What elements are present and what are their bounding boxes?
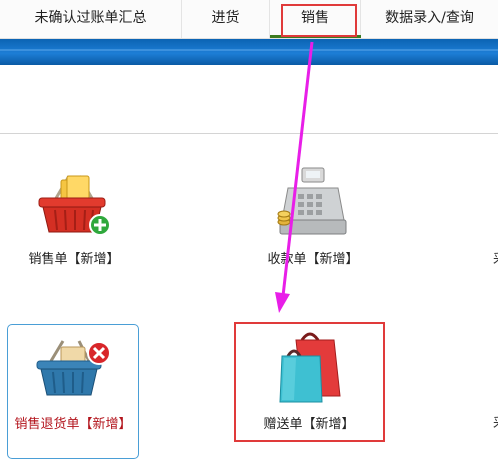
tile-sales-order[interactable]: 销售单【新增】 [0, 160, 148, 270]
toolbar-panel [0, 65, 498, 134]
cash-register-icon [277, 167, 347, 235]
tile-sales-return-order[interactable]: 销售退货单【新增】 [7, 324, 139, 459]
tab-sales[interactable]: 销售 [270, 0, 361, 38]
header-band [0, 39, 498, 65]
tile-sales-return-order-label: 销售退货单【新增】 [14, 417, 132, 432]
active-tab-indicator [270, 35, 361, 38]
header-band-highlight [0, 49, 498, 51]
tab-unconfirmed-summary[interactable]: 未确认过账单汇总 [0, 0, 182, 38]
shopping-bags-icon [279, 332, 341, 403]
clipped-tile-label[interactable]: 采 [493, 412, 498, 431]
top-tab-bar: 未确认过账单汇总 进货 销售 数据录入/查询 [0, 0, 498, 39]
tile-gift-order-label: 赠送单【新增】 [263, 417, 355, 432]
tile-gift-order[interactable]: 赠送单【新增】 [234, 322, 384, 442]
shopping-basket-remove-icon [36, 340, 111, 396]
tile-sales-order-label: 销售单【新增】 [28, 252, 120, 267]
tab-data-entry-query[interactable]: 数据录入/查询 [361, 0, 498, 38]
tile-receipt-order-label: 收款单【新增】 [267, 252, 359, 267]
clipped-tile-label[interactable]: 采 [493, 248, 498, 267]
tile-receipt-order[interactable]: 收款单【新增】 [238, 160, 388, 270]
shopping-basket-add-icon [38, 175, 111, 236]
tab-purchase[interactable]: 进货 [182, 0, 270, 38]
